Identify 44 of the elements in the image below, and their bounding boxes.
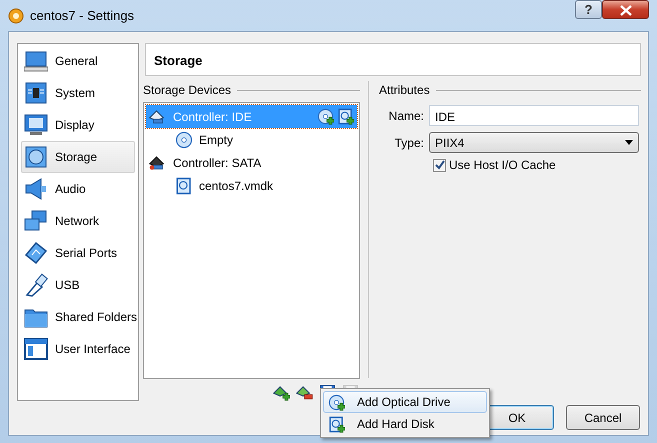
controller-icon bbox=[149, 108, 167, 126]
controller-icon bbox=[149, 154, 167, 172]
speaker-icon bbox=[24, 177, 48, 201]
tree-item[interactable]: centos7.vmdk bbox=[146, 174, 357, 197]
network-icon bbox=[24, 209, 48, 233]
type-dropdown[interactable]: PIIX4 bbox=[429, 132, 639, 153]
checkbox-label: Use Host I/O Cache bbox=[449, 157, 556, 174]
sidebar-item[interactable]: Network bbox=[21, 205, 135, 237]
disc-icon bbox=[175, 130, 193, 148]
sidebar-item[interactable]: USB bbox=[21, 269, 135, 301]
chip-icon bbox=[24, 81, 48, 105]
sidebar-item[interactable]: General bbox=[21, 45, 135, 77]
caret-icon bbox=[625, 140, 633, 145]
dialog-button[interactable]: Cancel bbox=[566, 405, 640, 430]
sidebar-item[interactable]: Shared Folders bbox=[21, 301, 135, 333]
field-label: Type: bbox=[394, 134, 425, 152]
sidebar-item[interactable]: Audio bbox=[21, 173, 135, 205]
remove-controller-icon[interactable] bbox=[296, 384, 313, 401]
usb-icon bbox=[24, 273, 48, 297]
laptop-icon bbox=[24, 49, 48, 73]
sidebar-item[interactable]: System bbox=[21, 77, 135, 109]
add-controller-icon[interactable] bbox=[273, 384, 290, 401]
sidebar-item[interactable]: User Interface bbox=[21, 333, 135, 365]
page-heading: Storage bbox=[145, 43, 641, 76]
sidebar-item[interactable]: Serial Ports bbox=[21, 237, 135, 269]
tree-item[interactable]: Controller: SATA bbox=[146, 151, 357, 174]
add-disc-icon bbox=[328, 394, 345, 410]
sidebar-item[interactable]: Display bbox=[21, 109, 135, 141]
window-icon bbox=[24, 337, 48, 361]
sidebar-item[interactable]: Storage bbox=[21, 141, 135, 173]
name-field[interactable]: IDE bbox=[429, 105, 639, 126]
monitor-icon bbox=[24, 113, 48, 137]
close-button[interactable] bbox=[602, 0, 649, 19]
help-button[interactable]: ? bbox=[575, 0, 602, 19]
section-title: Attributes bbox=[379, 82, 430, 99]
field-label: Name: bbox=[388, 108, 425, 124]
window-title: centos7 - Settings bbox=[30, 6, 134, 25]
add-disc-icon bbox=[317, 108, 334, 125]
checkbox[interactable] bbox=[433, 158, 446, 172]
menu-item[interactable]: Add Optical Drive bbox=[323, 391, 487, 413]
section-title: Storage Devices bbox=[143, 82, 232, 99]
tree-item[interactable]: Empty bbox=[146, 128, 357, 151]
close-icon bbox=[618, 5, 632, 16]
storage-tree[interactable]: Controller: IDE Empty Controller: SATA centos7.vmdk bbox=[143, 102, 360, 379]
